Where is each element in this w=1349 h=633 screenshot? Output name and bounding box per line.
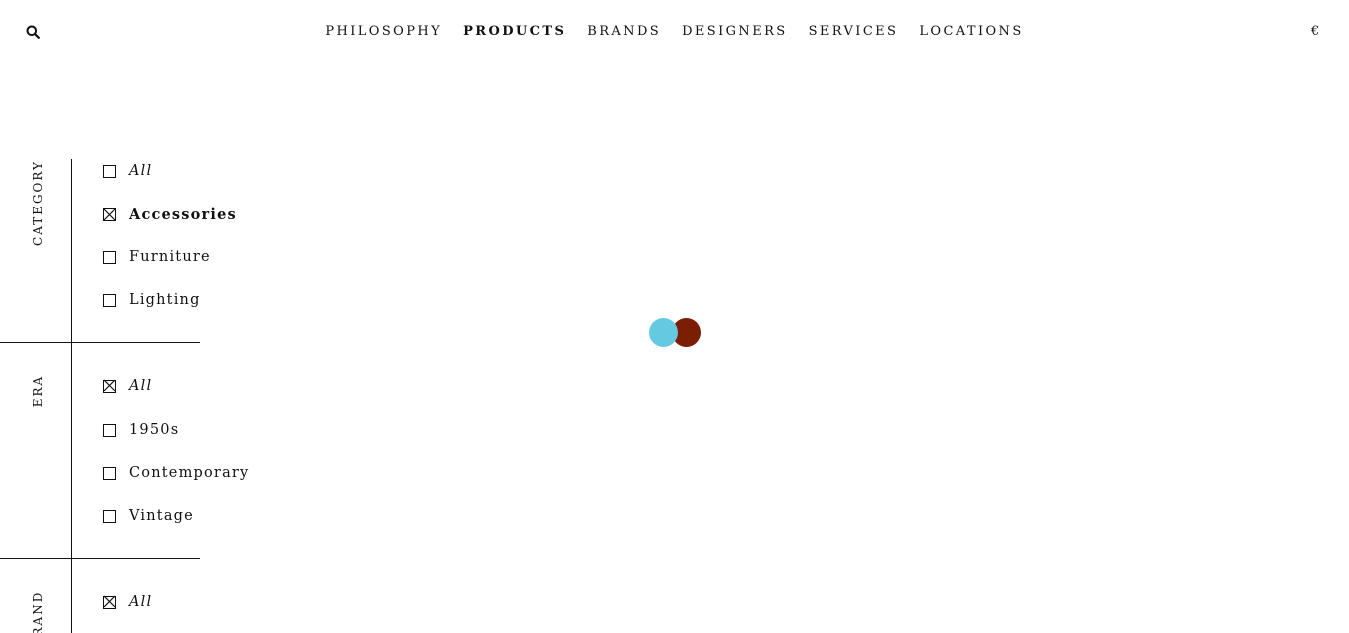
page: PHILOSOPHY PRODUCTS BRANDS DESIGNERS SER… <box>0 0 1349 633</box>
filter-option-label: Accessories <box>129 206 237 223</box>
nav-locations[interactable]: LOCATIONS <box>919 24 1023 39</box>
filter-option-category-accessories[interactable]: Accessories <box>103 206 237 223</box>
filter-option-label: Furniture <box>129 249 211 265</box>
nav-philosophy[interactable]: PHILOSOPHY <box>325 24 442 39</box>
filter-option-era-all[interactable]: All <box>103 378 152 394</box>
checked-checkbox[interactable] <box>103 208 116 221</box>
checked-checkbox[interactable] <box>103 379 116 393</box>
checkbox[interactable] <box>103 466 116 480</box>
currency-selector[interactable]: € <box>1311 24 1319 39</box>
filter-option-label: Contemporary <box>129 465 250 481</box>
filter-group-title: CATEGORY <box>31 160 45 246</box>
main-nav: PHILOSOPHY PRODUCTS BRANDS DESIGNERS SER… <box>0 24 1349 39</box>
filter-option-category-all[interactable]: All <box>103 163 152 179</box>
filter-option-label: Vintage <box>129 508 194 524</box>
check-x-icon <box>103 379 115 392</box>
checkbox[interactable] <box>103 423 116 437</box>
filter-group-title: BRAND <box>31 590 45 633</box>
filter-group-category: CATEGORY All Accessories Furniture Light… <box>0 159 260 342</box>
filter-option-label: All <box>129 594 153 610</box>
filter-option-category-furniture[interactable]: Furniture <box>103 249 211 265</box>
filter-option-category-lighting[interactable]: Lighting <box>103 292 201 308</box>
checkbox[interactable] <box>103 509 116 523</box>
filter-group-label-column: BRAND <box>0 559 72 633</box>
check-x-icon <box>103 208 115 220</box>
checkbox[interactable] <box>103 250 116 264</box>
loader-dot <box>649 318 678 347</box>
filter-group-label-column: ERA <box>0 343 72 558</box>
nav-designers[interactable]: DESIGNERS <box>682 24 788 39</box>
checkbox[interactable] <box>103 164 116 178</box>
filter-option-era-contemporary[interactable]: Contemporary <box>103 465 249 481</box>
nav-products[interactable]: PRODUCTS <box>463 24 566 39</box>
filter-group-brand: BRAND All <box>0 559 260 633</box>
filter-option-label: All <box>129 378 153 394</box>
filter-group-title: ERA <box>31 374 45 408</box>
nav-brands[interactable]: BRANDS <box>587 24 661 39</box>
filter-option-label: Lighting <box>129 292 201 308</box>
filter-option-era-vintage[interactable]: Vintage <box>103 508 194 524</box>
loading-indicator <box>649 317 702 347</box>
check-x-icon <box>103 595 115 608</box>
filter-option-era-1950s[interactable]: 1950s <box>103 422 179 438</box>
filter-option-brand-all[interactable]: All <box>103 594 152 610</box>
filter-option-label: All <box>129 163 153 179</box>
checked-checkbox[interactable] <box>103 595 116 609</box>
filter-option-label: 1950s <box>129 422 180 438</box>
filter-group-label-column: CATEGORY <box>0 159 72 342</box>
nav-services[interactable]: SERVICES <box>809 24 899 39</box>
checkbox[interactable] <box>103 293 116 307</box>
filter-group-era: ERA All 1950s Contemporary Vintage <box>0 343 260 558</box>
